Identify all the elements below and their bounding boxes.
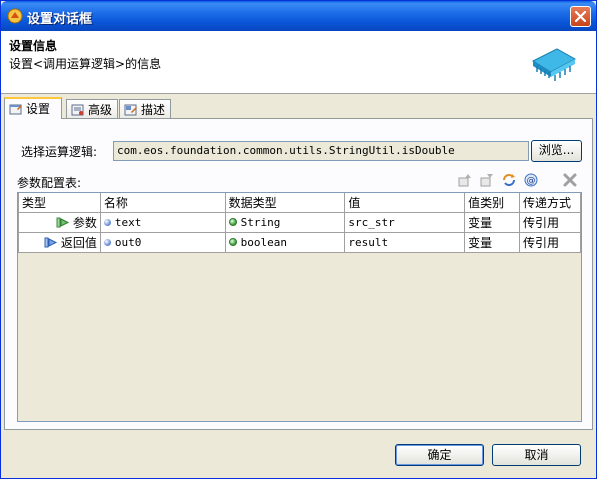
row-kind-cell: 返回值	[18, 232, 101, 253]
row-kind-cell: 参数	[18, 212, 101, 233]
header-title: 设置信息	[9, 39, 58, 53]
settings-dialog: 设置对话框 设置信息 设置<调用运算逻辑>的信息 设置 高级 描述 选择运算逻辑…	[0, 0, 597, 479]
col-header-data-type[interactable]: 数据类型	[224, 193, 346, 213]
arrow-out-icon	[44, 237, 58, 248]
at-icon[interactable]: @	[523, 172, 539, 188]
row-value[interactable]: result	[344, 232, 466, 253]
window-title: 设置对话框	[27, 12, 93, 27]
type-dot-icon	[228, 238, 237, 246]
row-name-cell: text	[99, 212, 226, 233]
row-name: out0	[114, 236, 142, 249]
settings-tab-icon	[9, 104, 22, 115]
tab-advanced[interactable]: 高级	[66, 99, 118, 118]
cancel-button[interactable]: 取消	[492, 444, 581, 466]
col-header-kind[interactable]: 类型	[18, 193, 101, 213]
row-value[interactable]: src_str	[344, 212, 466, 233]
tab-settings-label: 设置	[26, 102, 51, 116]
params-grid: 类型 名称 数据类型 值 值类别 传递方式 参数 text String src…	[17, 192, 582, 422]
col-header-name[interactable]: 名称	[99, 193, 226, 213]
move-up-icon[interactable]	[457, 172, 473, 188]
params-header-row: 类型 名称 数据类型 值 值类别 传递方式	[18, 193, 581, 213]
row-data-type-cell: String	[224, 212, 346, 233]
refresh-icon[interactable]	[501, 172, 517, 188]
params-label: 参数配置表:	[17, 176, 82, 190]
settings-panel: 选择运算逻辑: com.eos.foundation.common.utils.…	[4, 118, 593, 430]
logic-field[interactable]: com.eos.foundation.common.utils.StringUt…	[113, 141, 529, 161]
dialog-header: 设置信息 设置<调用运算逻辑>的信息	[1, 31, 596, 94]
close-button[interactable]	[570, 6, 591, 27]
header-description: 设置<调用运算逻辑>的信息	[9, 57, 162, 71]
tab-settings[interactable]: 设置	[4, 97, 62, 119]
chip-icon	[531, 48, 577, 81]
app-icon	[7, 8, 23, 24]
table-row[interactable]: 参数 text String src_str 变量 传引用	[18, 212, 581, 233]
table-row[interactable]: 返回值 out0 boolean result 变量 传引用	[18, 232, 581, 253]
description-tab-icon	[124, 104, 137, 116]
row-kind-label: 参数	[72, 216, 97, 230]
tab-advanced-label: 高级	[88, 103, 113, 117]
delete-icon[interactable]	[562, 172, 578, 188]
params-table: 类型 名称 数据类型 值 值类别 传递方式 参数 text String src…	[18, 193, 581, 253]
col-header-value-category[interactable]: 值类别	[464, 193, 521, 213]
col-header-pass-mode[interactable]: 传递方式	[519, 193, 581, 213]
row-data-type-cell: boolean	[224, 232, 346, 253]
row-value-category[interactable]: 变量	[464, 212, 521, 233]
close-icon	[575, 11, 586, 22]
move-down-icon[interactable]	[479, 172, 495, 188]
variable-dot-icon	[103, 239, 111, 246]
row-data-type: boolean	[240, 236, 287, 249]
tab-description-label: 描述	[141, 103, 166, 117]
browse-button[interactable]: 浏览...	[531, 140, 582, 162]
row-value-category[interactable]: 变量	[464, 232, 521, 253]
svg-text:@: @	[527, 176, 536, 186]
ok-button[interactable]: 确定	[395, 444, 484, 466]
row-kind-label: 返回值	[60, 236, 97, 250]
logic-label: 选择运算逻辑:	[21, 145, 98, 159]
row-name: text	[114, 216, 142, 229]
variable-dot-icon	[103, 219, 111, 226]
advanced-tab-icon	[71, 104, 84, 116]
row-pass-mode[interactable]: 传引用	[519, 232, 581, 253]
type-dot-icon	[228, 218, 237, 226]
col-header-value[interactable]: 值	[344, 193, 466, 213]
arrow-in-icon	[56, 217, 70, 228]
row-data-type: String	[240, 216, 281, 229]
title-bar[interactable]: 设置对话框	[1, 1, 596, 31]
row-name-cell: out0	[99, 232, 226, 253]
row-pass-mode[interactable]: 传引用	[519, 212, 581, 233]
tab-description[interactable]: 描述	[119, 99, 171, 118]
